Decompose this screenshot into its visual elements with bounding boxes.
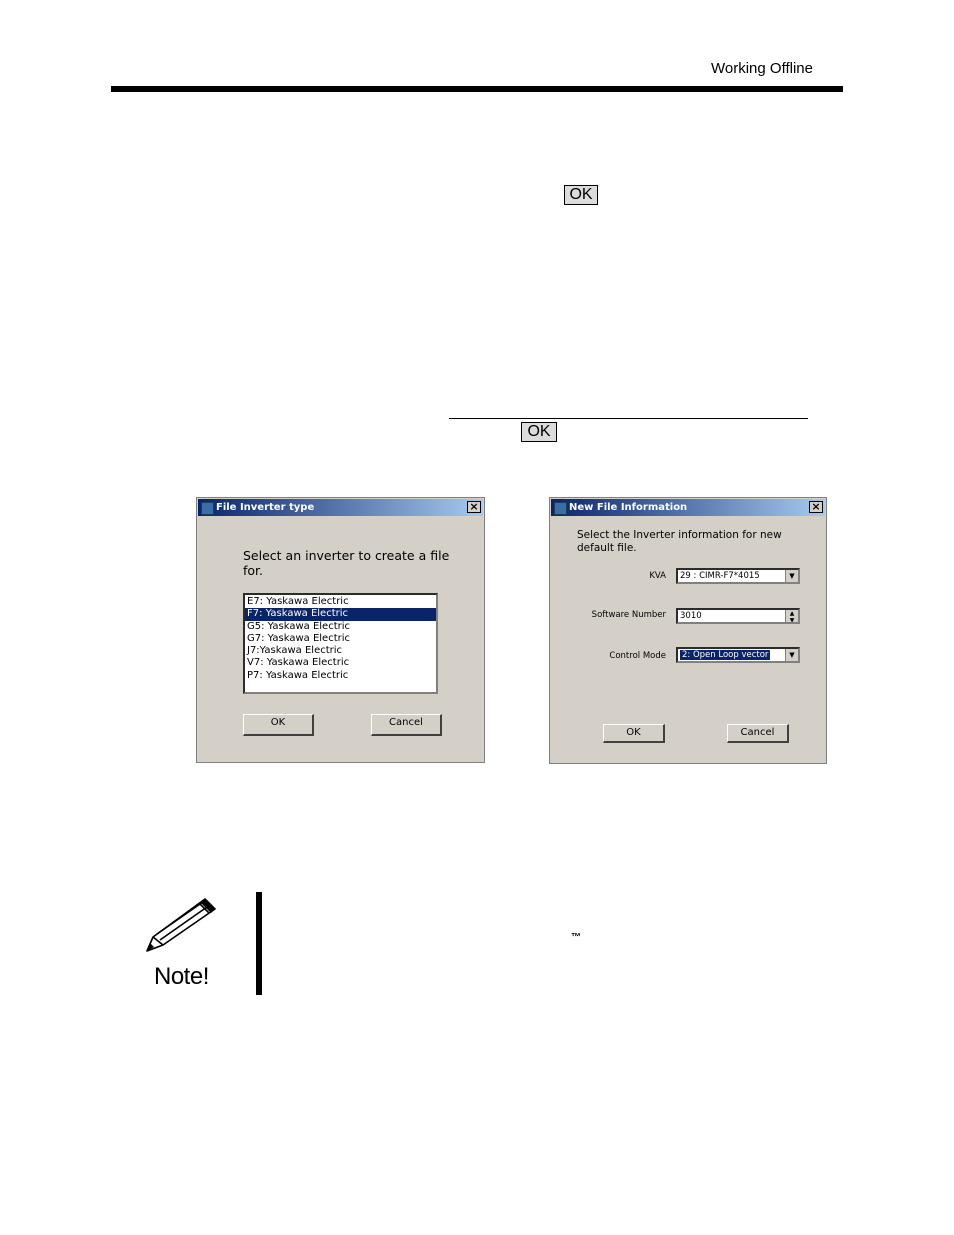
software-number-label: Software Number xyxy=(591,610,666,620)
list-item[interactable]: G5: Yaskawa Electric xyxy=(245,621,436,633)
trademark-symbol: ™ xyxy=(571,932,581,943)
dialog-prompt: Select the Inverter information for new … xyxy=(577,529,782,554)
kva-label: KVA xyxy=(649,571,666,581)
control-mode-value: 2: Open Loop vector xyxy=(680,650,771,660)
close-button[interactable]: × xyxy=(467,501,481,513)
dialog-prompt: Select an inverter to create a file for. xyxy=(243,548,450,578)
window-icon xyxy=(554,502,567,515)
control-mode-select[interactable]: 2: Open Loop vector ▼ xyxy=(676,647,800,663)
header-rule xyxy=(111,86,843,92)
close-button[interactable]: × xyxy=(809,501,823,513)
dialog-title: File Inverter type xyxy=(216,502,315,513)
chevron-down-icon[interactable]: ▼ xyxy=(785,570,798,582)
pencil-icon xyxy=(145,895,221,955)
inline-ok-reference: OK xyxy=(564,185,598,205)
note-label: Note! xyxy=(154,963,209,990)
dialog-titlebar: File Inverter type × xyxy=(198,499,483,516)
list-item[interactable]: V7: Yaskawa Electric xyxy=(245,657,436,669)
control-mode-label: Control Mode xyxy=(609,651,666,661)
new-file-information-dialog: New File Information × Select the Invert… xyxy=(549,497,827,764)
underline-rule xyxy=(449,418,808,419)
cancel-button[interactable]: Cancel xyxy=(371,714,442,736)
list-item[interactable]: J7:Yaskawa Electric xyxy=(245,645,436,657)
list-item[interactable]: E7: Yaskawa Electric xyxy=(245,596,436,608)
file-inverter-type-dialog: File Inverter type × Select an inverter … xyxy=(196,497,485,763)
ok-button[interactable]: OK xyxy=(243,714,314,736)
inline-ok-reference: OK xyxy=(521,422,557,442)
note-divider-bar xyxy=(256,892,262,995)
ok-button[interactable]: OK xyxy=(603,724,665,743)
list-item-selected[interactable]: F7: Yaskawa Electric xyxy=(245,608,436,621)
chevron-down-icon[interactable]: ▼ xyxy=(785,649,798,661)
cancel-button[interactable]: Cancel xyxy=(727,724,789,743)
kva-value: 29 : CIMR-F7*4015 xyxy=(680,571,760,581)
software-number-stepper[interactable]: 3010 ▲ ▼ xyxy=(676,608,800,624)
inverter-listbox[interactable]: E7: Yaskawa Electric F7: Yaskawa Electri… xyxy=(243,593,438,694)
window-icon xyxy=(201,502,214,515)
kva-select[interactable]: 29 : CIMR-F7*4015 ▼ xyxy=(676,568,800,584)
list-item[interactable]: G7: Yaskawa Electric xyxy=(245,633,436,645)
section-title: Working Offline xyxy=(711,60,813,77)
list-item[interactable]: P7: Yaskawa Electric xyxy=(245,670,436,682)
software-number-value: 3010 xyxy=(680,611,702,621)
spin-arrows-icon[interactable]: ▲ ▼ xyxy=(785,610,798,622)
dialog-title: New File Information xyxy=(569,502,688,513)
dialog-titlebar: New File Information × xyxy=(551,499,825,516)
